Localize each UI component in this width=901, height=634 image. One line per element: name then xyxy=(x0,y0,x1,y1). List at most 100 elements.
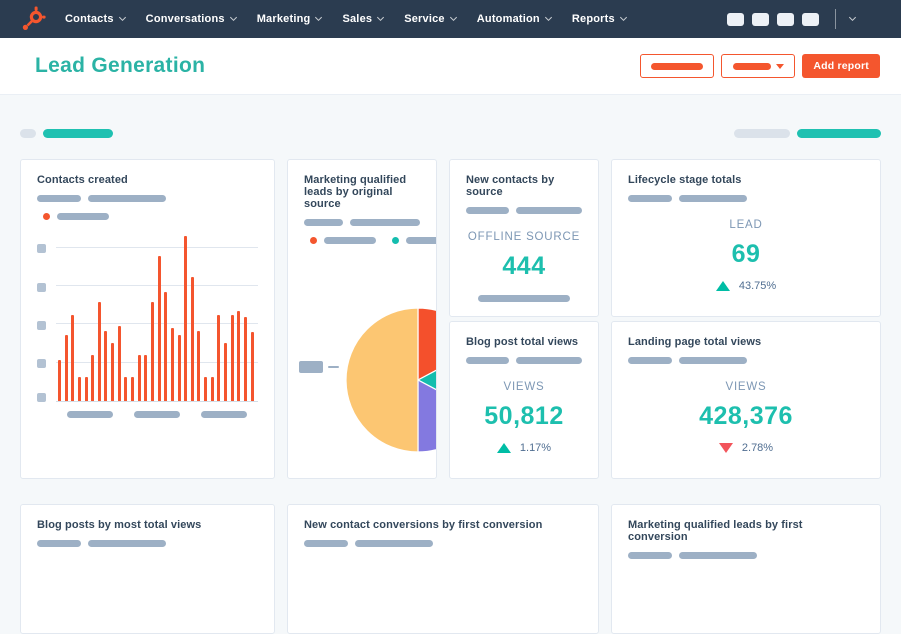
bar xyxy=(210,377,214,401)
subtitle-placeholder xyxy=(679,195,747,202)
pie-slice-1 xyxy=(417,307,436,382)
pie-chart-svg xyxy=(345,307,436,453)
nav-divider xyxy=(835,9,836,29)
metric-label: VIEWS xyxy=(725,381,767,393)
card-new-contact-conversions-by-first-conversion: New contact conversions by first convers… xyxy=(287,504,599,634)
nav-item-conversations[interactable]: Conversations xyxy=(146,13,237,25)
metric-label: LEAD xyxy=(729,219,763,231)
dashboard-filter-button[interactable] xyxy=(640,54,715,78)
bar-chart-plot xyxy=(56,234,258,402)
hubspot-sprocket-logo-icon[interactable] xyxy=(20,6,46,32)
pie-slice-3 xyxy=(417,378,436,453)
nav-item-label: Contacts xyxy=(65,13,114,25)
nav-item-sales[interactable]: Sales xyxy=(342,13,385,25)
nav-item-reports[interactable]: Reports xyxy=(572,13,627,25)
bar xyxy=(97,302,101,401)
subtitle-placeholder xyxy=(628,195,672,202)
card-title: Marketing qualified leads by original so… xyxy=(304,174,407,210)
toolbar-action-placeholder[interactable] xyxy=(797,129,881,138)
bar xyxy=(184,236,188,401)
x-label-placeholder xyxy=(66,411,113,418)
button-label-placeholder xyxy=(732,62,771,70)
nav-item-service[interactable]: Service xyxy=(404,13,457,25)
filter-label-placeholder xyxy=(20,129,36,138)
nav-item-label: Service xyxy=(404,13,445,25)
metric-value: 444 xyxy=(502,252,546,280)
nav-icon-button-placeholder[interactable] xyxy=(752,12,769,26)
chevron-down-icon xyxy=(544,13,552,22)
subtitle-placeholder xyxy=(515,207,582,214)
bar xyxy=(217,315,221,401)
subtitle-placeholder xyxy=(628,552,672,559)
bar xyxy=(224,343,228,401)
nav-icon-button-placeholder[interactable] xyxy=(802,12,819,26)
nav-menu: Contacts Conversations Marketing Sales Servi… xyxy=(65,13,627,25)
bar xyxy=(144,355,148,401)
add-report-button[interactable]: Add report xyxy=(802,54,880,78)
card-title: Blog post total views xyxy=(466,336,579,348)
card-landing-page-total-views: Landing page total views VIEWS 428,376 2… xyxy=(611,321,881,479)
chevron-down-icon xyxy=(619,13,627,22)
bar xyxy=(117,326,121,401)
card-new-contacts-by-source: New contacts by source OFFLINE SOURCE 44… xyxy=(449,159,599,317)
bar xyxy=(150,302,154,401)
card-title: New contact conversions by first convers… xyxy=(304,519,543,531)
report-grid: Contacts created New contacts by source … xyxy=(20,159,881,479)
nav-item-marketing[interactable]: Marketing xyxy=(256,13,323,25)
nav-icon-button-placeholder[interactable] xyxy=(727,12,744,26)
nav-item-automation[interactable]: Automation xyxy=(477,13,552,25)
caret-down-icon xyxy=(775,63,784,69)
metric-value: 50,812 xyxy=(484,402,564,430)
pie-leader-line xyxy=(328,366,339,368)
nav-item-contacts[interactable]: Contacts xyxy=(65,13,126,25)
subtitle-placeholder xyxy=(515,357,582,364)
header-actions: Add report xyxy=(640,54,880,78)
y-tick-placeholder xyxy=(37,283,46,292)
card-lifecycle-stage-totals: Lifecycle stage totals LEAD 69 43.75% xyxy=(611,159,881,317)
x-label-placeholder xyxy=(133,411,180,418)
metric-value: 428,376 xyxy=(699,402,793,430)
subtitle-placeholder xyxy=(37,540,81,547)
dashboard-actions-dropdown[interactable] xyxy=(721,54,796,78)
metric-delta: 43.75% xyxy=(628,280,864,292)
nav-icon-button-placeholder[interactable] xyxy=(777,12,794,26)
page-header: Lead Generation Add report xyxy=(0,38,901,95)
legend-dot-icon xyxy=(310,237,317,244)
legend-dot-icon xyxy=(392,237,399,244)
account-menu[interactable] xyxy=(848,13,883,22)
subtitle-placeholder xyxy=(679,357,747,364)
card-title: Lifecycle stage totals xyxy=(628,174,742,186)
bar xyxy=(204,377,208,401)
bar xyxy=(237,311,241,401)
legend-item xyxy=(310,237,376,244)
legend-label-placeholder xyxy=(57,213,109,220)
bar xyxy=(71,315,75,401)
card-title: Landing page total views xyxy=(628,336,762,348)
metric-label: OFFLINE SOURCE xyxy=(467,231,581,243)
delta-value: 2.78% xyxy=(741,442,774,454)
bar xyxy=(177,335,181,401)
card-title: Marketing qualified leads by first conve… xyxy=(628,519,803,543)
metric-value: 69 xyxy=(731,240,761,268)
metric-label: VIEWS xyxy=(503,381,545,393)
bar-chart-bars xyxy=(58,234,254,401)
nav-item-label: Marketing xyxy=(256,13,311,25)
delta-value: 43.75% xyxy=(738,280,777,292)
chevron-down-icon xyxy=(118,13,126,22)
date-filter-placeholder[interactable] xyxy=(43,129,113,138)
bar xyxy=(250,332,254,401)
report-grid-bottom-row: Blog posts by most total views New conta… xyxy=(20,504,881,634)
legend-item xyxy=(392,237,436,244)
y-tick-placeholder xyxy=(37,359,46,368)
y-tick-placeholder xyxy=(37,321,46,330)
card-mql-by-original-source: Marketing qualified leads by original so… xyxy=(287,159,437,479)
subtitle-placeholder xyxy=(304,219,344,226)
y-tick-placeholder xyxy=(37,244,46,253)
bar xyxy=(137,355,141,401)
subtitle-placeholder xyxy=(304,540,348,547)
nav-right-tools xyxy=(719,9,883,29)
chevron-down-icon xyxy=(315,13,323,22)
dashboard-toolbar-skeleton xyxy=(20,129,881,138)
subtitle-placeholder xyxy=(88,195,166,202)
card-blog-post-total-views: Blog post total views VIEWS 50,812 1.17% xyxy=(449,321,599,479)
